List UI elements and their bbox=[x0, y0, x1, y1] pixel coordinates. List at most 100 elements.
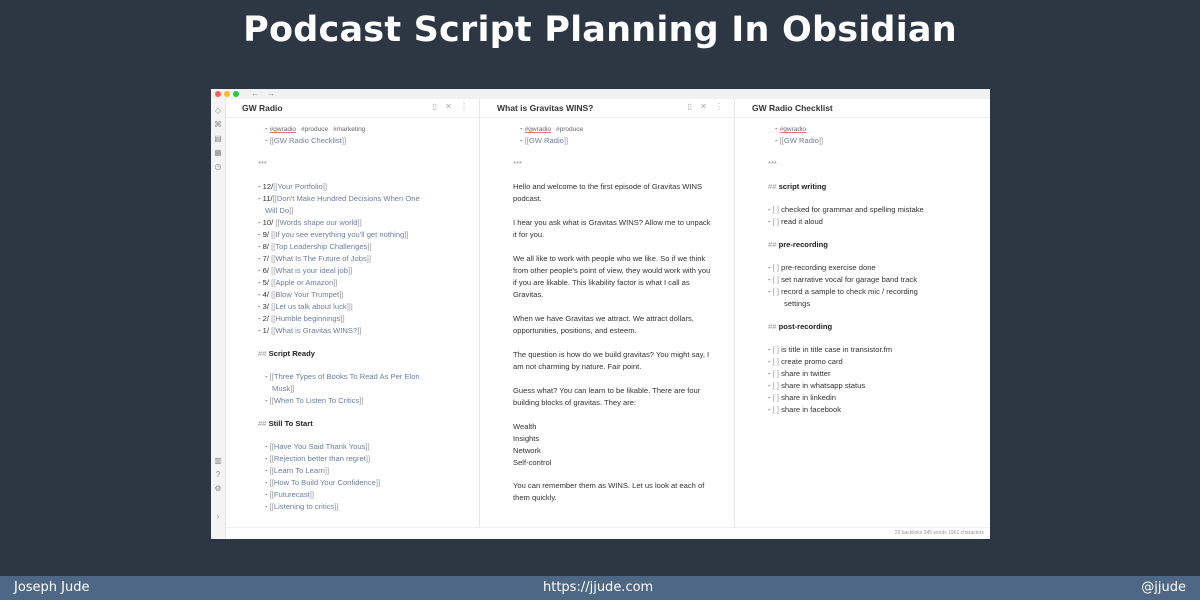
wikilink[interactable]: Blow Your Trumpet bbox=[275, 290, 339, 299]
task-label: share in linkedin bbox=[781, 393, 836, 402]
paragraph: I hear you ask what is Gravitas WINS? Al… bbox=[513, 218, 711, 239]
checkbox[interactable]: [ ] bbox=[773, 287, 779, 296]
footer-bar: Joseph Jude https://jjude.com @jjude bbox=[0, 576, 1200, 600]
checkbox[interactable]: [ ] bbox=[773, 205, 779, 214]
checkbox[interactable]: [ ] bbox=[773, 345, 779, 354]
list-item: Network bbox=[513, 446, 541, 455]
file-icon[interactable]: ▤ bbox=[214, 135, 222, 143]
wikilink[interactable]: Will Do bbox=[265, 206, 289, 215]
obsidian-window: ← → ◇ ⌘ ▤ ▦ ◷ ▥ ? ⚙ › GW Radio ▯ ✕ ⋮ - #… bbox=[211, 89, 990, 539]
horizontal-rule: *** bbox=[258, 159, 267, 168]
pane-header: GW Radio ▯ ✕ ⋮ bbox=[226, 99, 479, 118]
horizontal-rule: *** bbox=[768, 159, 777, 168]
pane-title: GW Radio Checklist bbox=[752, 103, 833, 113]
task-label: set narrative vocal for garage band trac… bbox=[781, 275, 918, 284]
footer-url[interactable]: https://jjude.com bbox=[543, 580, 653, 595]
collapse-icon[interactable]: › bbox=[214, 513, 222, 521]
task-label: record a sample to check mic / recording bbox=[781, 287, 918, 296]
pane-gw-radio-checklist: GW Radio Checklist - #gwradio - [[GW Rad… bbox=[736, 99, 990, 527]
wikilink[interactable]: Words shape our world bbox=[280, 218, 358, 227]
task-label: share in whatsapp status bbox=[781, 381, 866, 390]
note-content: - #gwradio #produce - [[GW Radio]] *** He… bbox=[513, 124, 711, 502]
wikilink[interactable]: GW Radio bbox=[529, 136, 564, 145]
wikilink[interactable]: Have You Said Thank Yous bbox=[274, 442, 365, 451]
wikilink[interactable]: Your Portfolio bbox=[277, 182, 322, 191]
wikilink[interactable]: Apple or Amazon bbox=[275, 278, 333, 287]
task-label: create promo card bbox=[781, 357, 843, 366]
wikilink[interactable]: GW Radio Checklist bbox=[274, 136, 342, 145]
tag[interactable]: #gwradio bbox=[525, 126, 551, 133]
wikilink[interactable]: GW Radio bbox=[784, 136, 819, 145]
paragraph: Guess what? You can learn to be likable.… bbox=[513, 386, 701, 407]
maximize-window-button[interactable] bbox=[233, 91, 239, 97]
list-item: Insights bbox=[513, 434, 540, 443]
task-label: is title in title case in transistor.fm bbox=[781, 345, 893, 354]
paragraph: When we have Gravitas we attract. We att… bbox=[513, 314, 694, 335]
wikilink[interactable]: Musk bbox=[272, 384, 290, 393]
settings-icon[interactable]: ⚙ bbox=[214, 485, 222, 493]
wikilink[interactable]: How To Build Your Confidence bbox=[274, 478, 376, 487]
forward-arrow-icon[interactable]: → bbox=[267, 89, 275, 99]
task-label: settings bbox=[784, 299, 811, 308]
status-bar: 22 backlinks 345 words 1961 characters bbox=[226, 527, 990, 539]
wikilink[interactable]: Top Leadership Challenges bbox=[275, 242, 367, 251]
checkbox[interactable]: [ ] bbox=[773, 393, 779, 402]
paragraph: You can remember them as WINS. Let us lo… bbox=[513, 481, 705, 502]
wikilink[interactable]: Humble beginnings bbox=[275, 314, 340, 323]
checkbox[interactable]: [ ] bbox=[773, 275, 779, 284]
note-content: - #gwradio - [[GW Radio]] *** ## script … bbox=[736, 123, 990, 527]
pane-actions-icon[interactable]: ▯ ✕ ⋮ bbox=[432, 102, 471, 111]
wikilink[interactable]: Listening to critics bbox=[274, 502, 334, 511]
wikilink[interactable]: If you see everything you'll get nothing bbox=[275, 230, 404, 239]
checkbox[interactable]: [ ] bbox=[773, 369, 779, 378]
checkbox[interactable]: [ ] bbox=[773, 357, 779, 366]
vault-icon[interactable]: ▥ bbox=[214, 457, 222, 465]
wikilink[interactable]: Let us talk about luck bbox=[275, 302, 346, 311]
wikilink[interactable]: What Is The Future of Jobs bbox=[275, 254, 366, 263]
help-icon[interactable]: ? bbox=[214, 471, 222, 479]
wikilink[interactable]: What is Gravitas WINS? bbox=[275, 326, 357, 335]
back-arrow-icon[interactable]: ← bbox=[251, 89, 259, 99]
close-window-button[interactable] bbox=[215, 91, 221, 97]
tag[interactable]: #gwradio bbox=[270, 126, 296, 133]
wikilink[interactable]: When To Listen To Critics bbox=[274, 396, 359, 405]
tag[interactable]: #marketing bbox=[333, 126, 365, 133]
pane-header: What is Gravitas WINS? ▯ ✕ ⋮ bbox=[481, 99, 734, 118]
task-label: checked for grammar and spelling mistake bbox=[781, 205, 924, 214]
history-icon[interactable]: ◷ bbox=[214, 163, 222, 171]
tag[interactable]: #produce bbox=[556, 126, 583, 133]
wikilink[interactable]: Futurecast bbox=[274, 490, 310, 499]
tag[interactable]: #produce bbox=[301, 126, 328, 133]
command-icon[interactable]: ⌘ bbox=[214, 121, 222, 129]
footer-handle[interactable]: @jjude bbox=[1141, 580, 1186, 595]
graph-icon[interactable]: ◇ bbox=[214, 107, 222, 115]
checkbox[interactable]: [ ] bbox=[773, 405, 779, 414]
checkbox[interactable]: [ ] bbox=[773, 381, 779, 390]
section-heading: ## Still To Start bbox=[258, 419, 313, 428]
wikilink[interactable]: Rejection better than regret bbox=[274, 454, 366, 463]
pane-title: GW Radio bbox=[242, 103, 283, 113]
section-heading: ## script writing bbox=[768, 182, 827, 191]
wikilink[interactable]: Don't Make Hundred Decisions When One bbox=[277, 194, 420, 203]
pane-actions-icon[interactable]: ▯ ✕ ⋮ bbox=[687, 102, 726, 111]
pane-gw-radio: GW Radio ▯ ✕ ⋮ - #gwradio #produce #market… bbox=[226, 99, 480, 527]
banner-title: Podcast Script Planning In Obsidian bbox=[243, 10, 957, 50]
wikilink[interactable]: What is your ideal job bbox=[275, 266, 348, 275]
list-item: Wealth bbox=[513, 422, 537, 431]
task-label: share in twitter bbox=[781, 369, 831, 378]
paragraph: The question is how do we build gravitas… bbox=[513, 350, 710, 371]
calendar-icon[interactable]: ▦ bbox=[214, 149, 222, 157]
pane-header: GW Radio Checklist bbox=[736, 99, 990, 118]
wikilink[interactable]: Learn To Learn bbox=[274, 466, 325, 475]
checkbox[interactable]: [ ] bbox=[773, 263, 779, 272]
section-heading: ## post-recording bbox=[768, 322, 833, 331]
pane-title: What is Gravitas WINS? bbox=[497, 103, 594, 113]
tag[interactable]: #gwradio bbox=[780, 126, 806, 133]
wikilink[interactable]: Three Types of Books To Read As Per Elon bbox=[274, 372, 420, 381]
minimize-window-button[interactable] bbox=[224, 91, 230, 97]
checkbox[interactable]: [ ] bbox=[773, 217, 779, 226]
task-label: share in facebook bbox=[781, 405, 842, 414]
task-label: pre-recording exercise done bbox=[781, 263, 876, 272]
paragraph: Hello and welcome to the first episode o… bbox=[513, 182, 703, 203]
task-label: read it aloud bbox=[781, 217, 823, 226]
